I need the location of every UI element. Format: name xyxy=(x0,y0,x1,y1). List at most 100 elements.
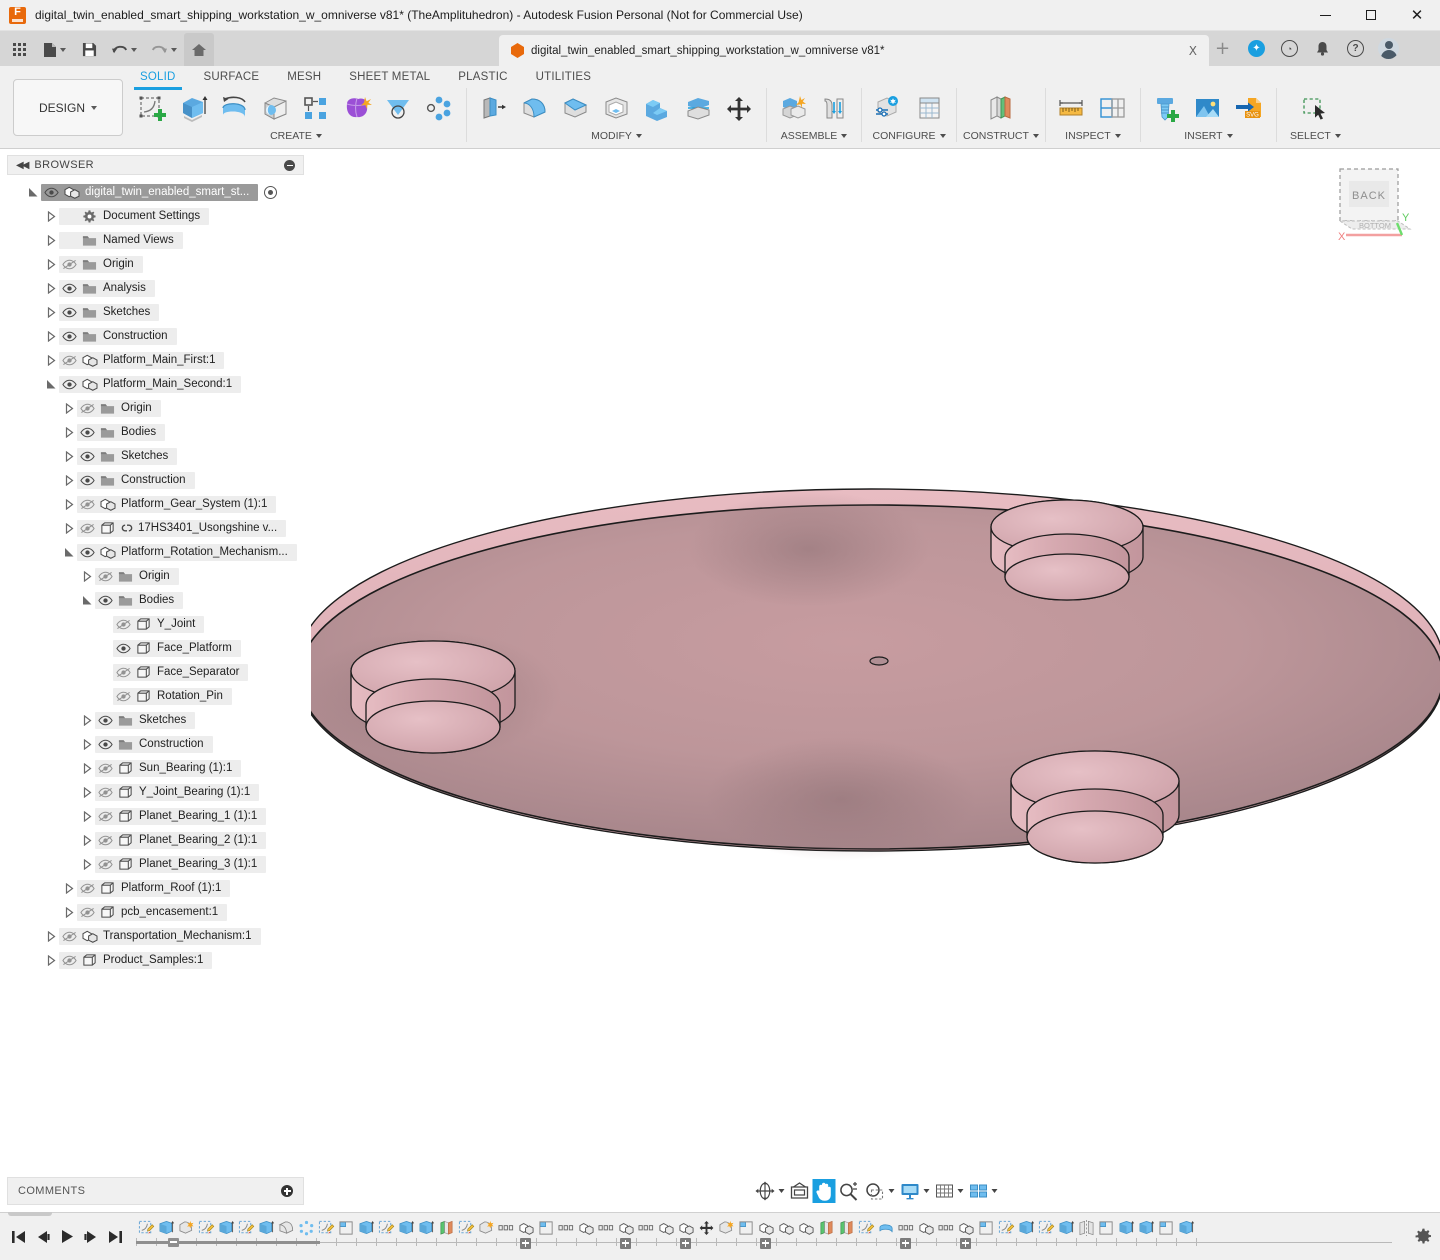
insert-mcmaster-tool[interactable] xyxy=(1147,90,1188,128)
configuration-table-tool[interactable] xyxy=(909,90,950,128)
visibility-toggle[interactable] xyxy=(77,904,97,921)
tree-row[interactable]: Construction xyxy=(0,324,311,348)
orbit-tool[interactable] xyxy=(752,1179,786,1203)
tree-twisty[interactable] xyxy=(26,184,41,201)
tree-twisty[interactable] xyxy=(44,304,59,321)
tree-twisty[interactable] xyxy=(62,448,77,465)
extrude-feature[interactable] xyxy=(1056,1217,1076,1239)
tree-row[interactable]: Platform_Main_Second:1 xyxy=(0,372,311,396)
tree-twisty[interactable] xyxy=(62,520,77,537)
activate-component-radio[interactable] xyxy=(264,186,277,199)
timeline-group-marker[interactable] xyxy=(960,1238,971,1249)
plane-feature[interactable] xyxy=(1156,1217,1176,1239)
hole-tool[interactable] xyxy=(255,90,296,128)
timeline-marker[interactable] xyxy=(168,1238,179,1247)
tab-surface[interactable]: SURFACE xyxy=(190,66,274,88)
tree-twisty[interactable] xyxy=(98,664,113,681)
timeline-group-marker[interactable] xyxy=(620,1238,631,1249)
tab-plastic[interactable]: PLASTIC xyxy=(444,66,521,88)
sketch-feature[interactable] xyxy=(236,1217,256,1239)
fillet-feature[interactable] xyxy=(276,1217,296,1239)
appearance-feature[interactable] xyxy=(816,1217,836,1239)
visibility-toggle[interactable] xyxy=(77,424,97,441)
view-cube[interactable]: BACK BOTTOM X Y xyxy=(1322,163,1422,248)
sketch-feature[interactable] xyxy=(456,1217,476,1239)
tree-twisty[interactable] xyxy=(44,208,59,225)
section-analysis-tool[interactable] xyxy=(1093,90,1134,128)
fit-tool[interactable] xyxy=(862,1179,896,1203)
tree-row[interactable]: Planet_Bearing_3 (1):1 xyxy=(0,852,311,876)
tree-twisty[interactable] xyxy=(80,592,95,609)
tree-row[interactable]: Sketches xyxy=(0,708,311,732)
timeline-group-marker[interactable] xyxy=(900,1238,911,1249)
revolve-tool[interactable] xyxy=(214,90,255,128)
visibility-toggle[interactable] xyxy=(59,304,79,321)
visibility-toggle[interactable] xyxy=(77,400,97,417)
joint-dots-feature[interactable] xyxy=(936,1217,956,1239)
timeline-group-marker[interactable] xyxy=(680,1238,691,1249)
tree-twisty[interactable] xyxy=(44,952,59,969)
browser-tree[interactable]: digital_twin_enabled_smart_st...Document… xyxy=(0,175,311,1177)
visibility-toggle[interactable] xyxy=(113,664,133,681)
component-feature[interactable] xyxy=(516,1217,536,1239)
insert-svg-tool[interactable]: SVG xyxy=(1229,90,1270,128)
go-to-end-button[interactable] xyxy=(104,1224,126,1250)
extrude-feature[interactable] xyxy=(356,1217,376,1239)
close-button[interactable]: ✕ xyxy=(1394,0,1440,31)
visibility-toggle[interactable] xyxy=(77,496,97,513)
workspace-selector[interactable]: DESIGN xyxy=(13,79,123,136)
sketch-feature[interactable] xyxy=(136,1217,156,1239)
tree-row[interactable]: Construction xyxy=(0,732,311,756)
fillet-star-feature[interactable] xyxy=(716,1217,736,1239)
tree-row[interactable]: Platform_Main_First:1 xyxy=(0,348,311,372)
visibility-toggle[interactable] xyxy=(59,280,79,297)
component-feature[interactable] xyxy=(776,1217,796,1239)
minus-circle-icon[interactable] xyxy=(284,160,295,171)
circular-pattern-tool[interactable] xyxy=(419,90,460,128)
visibility-toggle[interactable] xyxy=(95,856,115,873)
chamfer-tool[interactable] xyxy=(555,90,596,128)
tree-row[interactable]: Platform_Rotation_Mechanism... xyxy=(0,540,311,564)
visibility-toggle[interactable] xyxy=(77,880,97,897)
visibility-toggle[interactable] xyxy=(95,832,115,849)
tree-twisty[interactable] xyxy=(80,760,95,777)
move-copy-tool[interactable] xyxy=(719,90,760,128)
tree-twisty[interactable] xyxy=(44,232,59,249)
split-body-tool[interactable] xyxy=(678,90,719,128)
tree-twisty[interactable] xyxy=(44,352,59,369)
panel-select-label[interactable]: SELECT xyxy=(1290,130,1341,142)
plus-circle-icon[interactable] xyxy=(281,1185,293,1197)
document-tab[interactable]: digital_twin_enabled_smart_shipping_work… xyxy=(499,35,1209,66)
panel-modify-label[interactable]: MODIFY xyxy=(591,130,642,142)
extrude-feature[interactable] xyxy=(216,1217,236,1239)
loft-tool[interactable] xyxy=(378,90,419,128)
visibility-toggle[interactable] xyxy=(77,520,97,537)
plane-feature[interactable] xyxy=(536,1217,556,1239)
tab-solid[interactable]: SOLID xyxy=(126,66,190,88)
tree-row[interactable]: Transportation_Mechanism:1 xyxy=(0,924,311,948)
create-sketch-tool[interactable] xyxy=(132,90,173,128)
tree-row[interactable]: 17HS3401_Usongshine v... xyxy=(0,516,311,540)
new-tab-button[interactable]: + xyxy=(1209,31,1236,66)
timeline-settings-button[interactable] xyxy=(1406,1228,1440,1245)
tree-row[interactable]: Product_Samples:1 xyxy=(0,948,311,972)
tab-sheet-metal[interactable]: SHEET METAL xyxy=(335,66,444,88)
sketch-feature[interactable] xyxy=(196,1217,216,1239)
sketch-feature[interactable] xyxy=(1036,1217,1056,1239)
tree-twisty[interactable] xyxy=(62,400,77,417)
timeline-group-marker[interactable] xyxy=(520,1238,531,1249)
viewports-tool[interactable] xyxy=(966,1179,999,1203)
extrude-tool[interactable] xyxy=(173,90,214,128)
collapse-left-icon[interactable]: ◀◀ xyxy=(16,160,27,171)
joint-group-feature[interactable] xyxy=(636,1217,656,1239)
play-button[interactable] xyxy=(56,1224,78,1250)
select-tool[interactable] xyxy=(1295,90,1336,128)
timeline-track[interactable] xyxy=(132,1213,1406,1260)
extrude-feature[interactable] xyxy=(396,1217,416,1239)
step-forward-button[interactable] xyxy=(80,1224,102,1250)
sketch-feature[interactable] xyxy=(996,1217,1016,1239)
tree-row[interactable]: Sketches xyxy=(0,300,311,324)
joint-group-feature[interactable] xyxy=(556,1217,576,1239)
timeline-group-marker[interactable] xyxy=(760,1238,771,1249)
recent-activity-icon[interactable]: ◔ xyxy=(1273,31,1306,66)
